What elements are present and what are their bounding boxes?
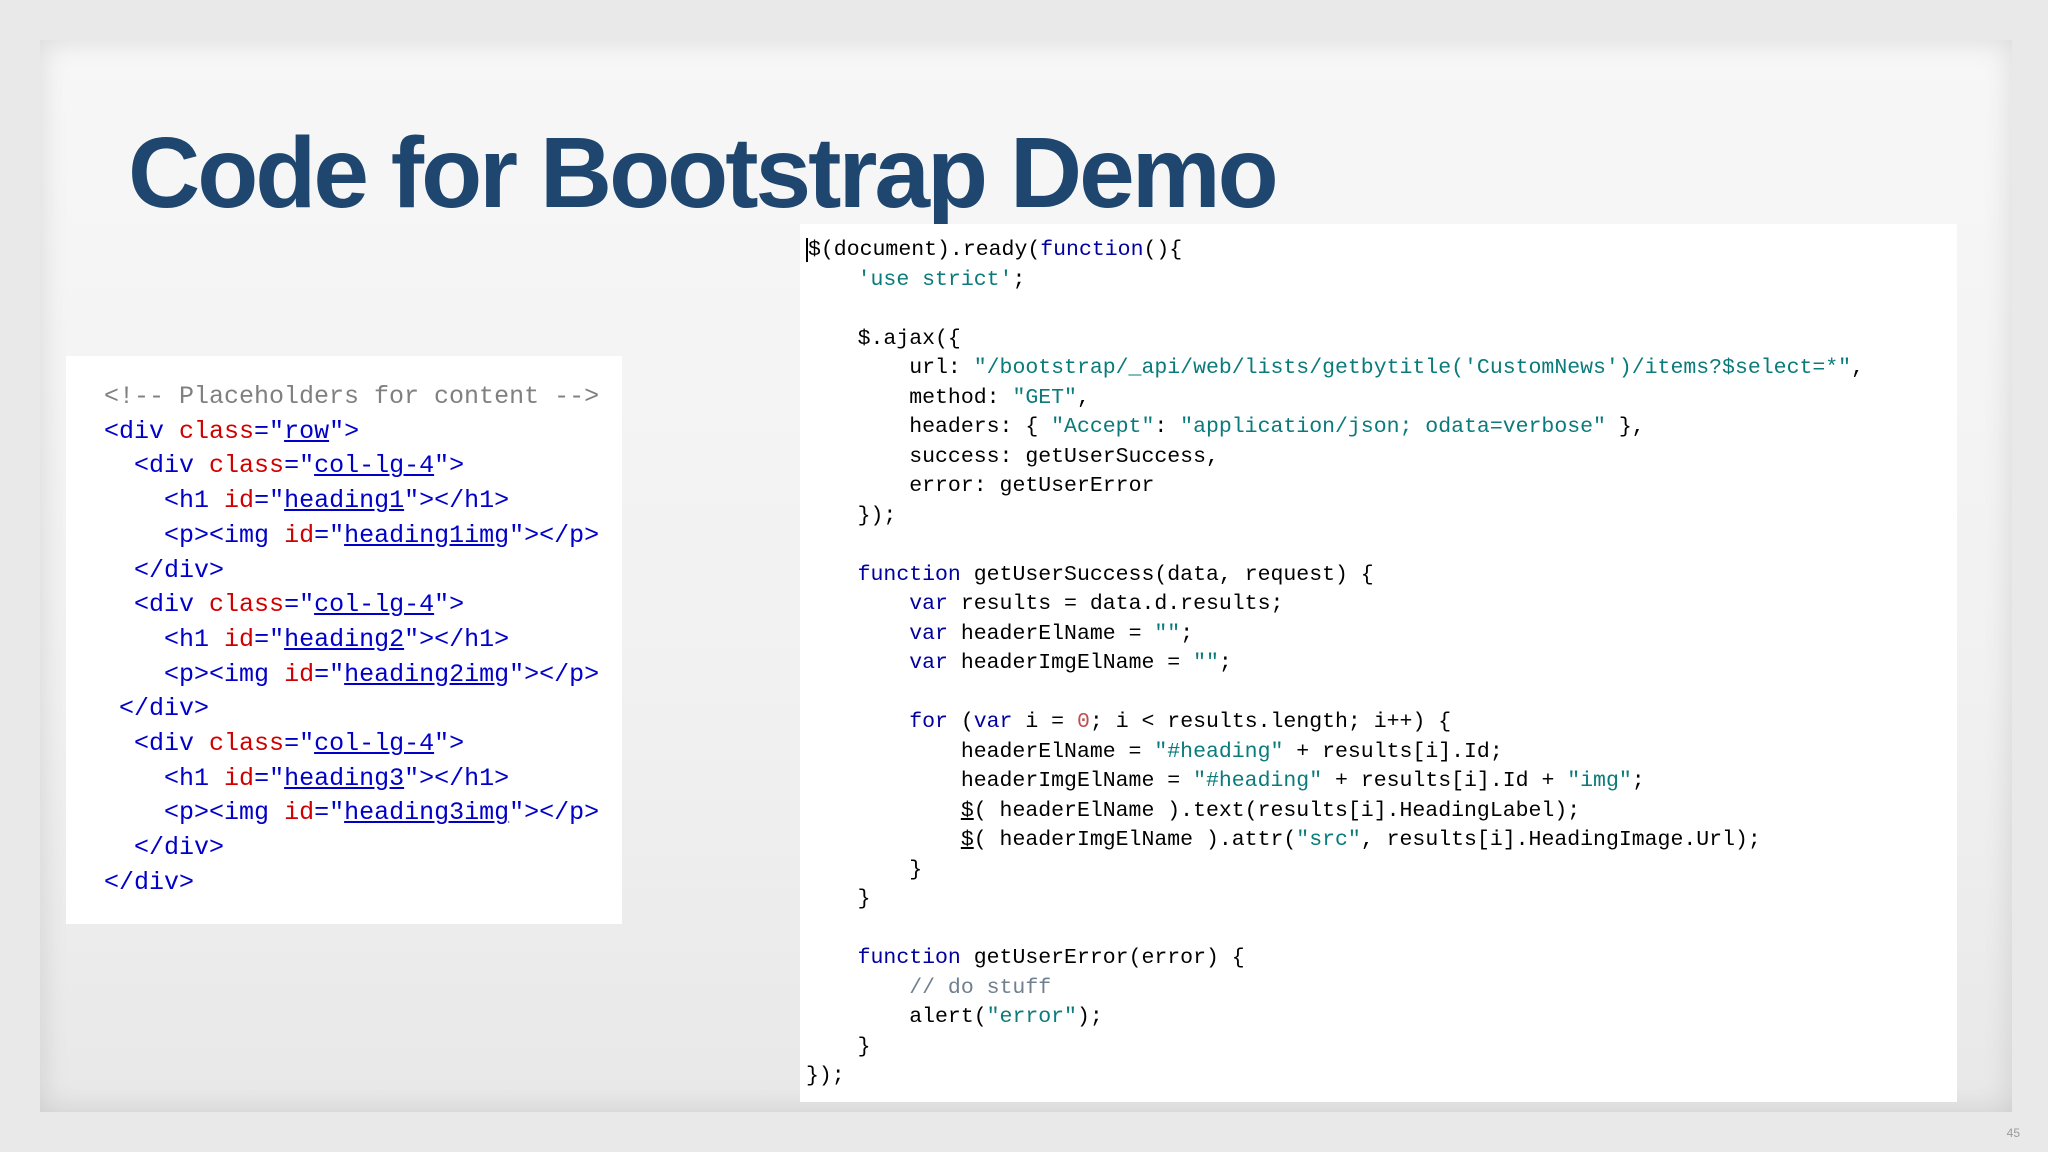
html-code-block: <!-- Placeholders for content --> <div c… — [104, 382, 600, 897]
ajax-method-string: "GET" — [1012, 385, 1077, 410]
heading-id-value: heading1 — [284, 486, 405, 516]
img-suffix-string: "img" — [1567, 769, 1632, 793]
success-callback-name: getUserSuccess — [1025, 444, 1206, 469]
heading-prefix-string: "#heading" — [1193, 769, 1323, 793]
page-number: 45 — [2006, 1126, 2020, 1140]
html-code-panel: <!-- Placeholders for content --> <div c… — [66, 356, 622, 924]
js-code-panel: $(document).ready(function(){ 'use stric… — [800, 224, 1957, 1102]
heading-prefix-string: "#heading" — [1154, 739, 1284, 764]
error-function-name: getUserError — [973, 946, 1129, 970]
heading-id-value: heading3 — [284, 763, 405, 793]
js-code-block: $(document).ready(function(){ 'use stric… — [806, 238, 1864, 1088]
col-class-value: col-lg-4 — [314, 590, 435, 620]
row-class-value: row — [284, 416, 330, 446]
accept-value-string: "application/json; odata=verbose" — [1180, 415, 1606, 439]
empty-string: "" — [1154, 621, 1181, 646]
col-class-value: col-lg-4 — [314, 451, 435, 481]
src-attr-string: "src" — [1296, 828, 1361, 852]
use-strict-string: 'use strict' — [857, 267, 1013, 292]
alert-message-string: "error" — [986, 1005, 1077, 1029]
js-comment: // do stuff — [909, 975, 1052, 1000]
heading-id-value: heading2 — [284, 624, 405, 654]
slide-title: Code for Bootstrap Demo — [128, 117, 1279, 229]
col-class-value: col-lg-4 — [314, 729, 435, 759]
success-function-name: getUserSuccess — [973, 562, 1155, 587]
heading-img-id-value: heading1img — [344, 520, 510, 550]
html-comment: <!-- Placeholders for content --> — [104, 382, 600, 411]
ajax-url-string: "/bootstrap/_api/web/lists/getbytitle('C… — [973, 356, 1852, 380]
accept-key-string: "Accept" — [1051, 415, 1155, 439]
heading-img-id-value: heading3img — [344, 798, 510, 828]
heading-img-id-value: heading2img — [344, 659, 510, 689]
empty-string: "" — [1193, 651, 1219, 675]
error-callback-name: getUserError — [999, 474, 1155, 498]
